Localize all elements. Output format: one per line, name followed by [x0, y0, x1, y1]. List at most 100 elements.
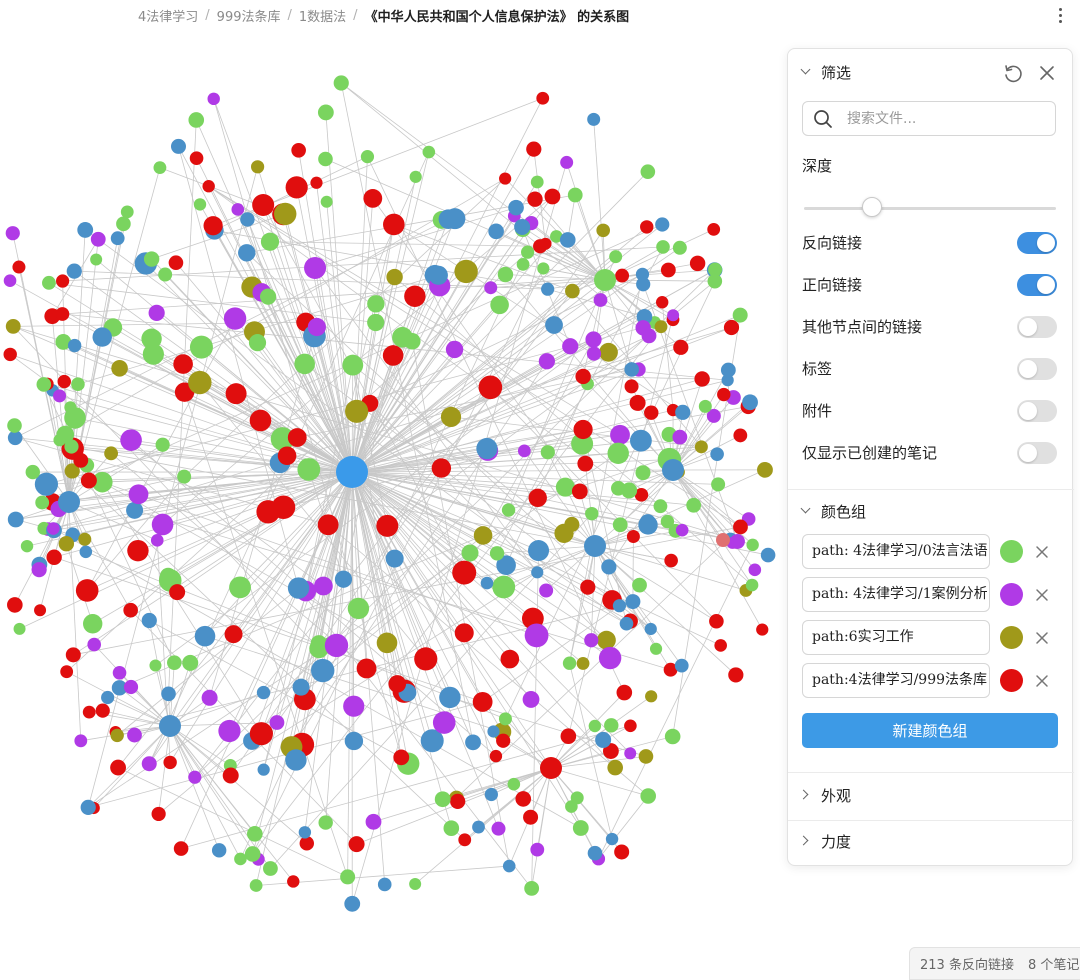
- graph-node[interactable]: [74, 734, 88, 748]
- graph-node[interactable]: [562, 656, 577, 670]
- graph-node[interactable]: [686, 497, 702, 513]
- graph-node[interactable]: [194, 625, 216, 647]
- graph-node[interactable]: [610, 424, 630, 445]
- graph-node[interactable]: [31, 562, 47, 578]
- graph-node[interactable]: [334, 570, 353, 588]
- filter-section-header[interactable]: 筛选: [788, 60, 1074, 84]
- graph-node[interactable]: [445, 340, 464, 359]
- graph-node[interactable]: [112, 666, 127, 680]
- graph-node[interactable]: [624, 362, 639, 377]
- graph-node[interactable]: [244, 846, 261, 862]
- graph-node[interactable]: [507, 777, 521, 791]
- graph-node[interactable]: [607, 442, 629, 464]
- remove-color-group-icon[interactable]: [1035, 588, 1049, 602]
- graph-node[interactable]: [524, 623, 549, 648]
- graph-node[interactable]: [57, 374, 71, 389]
- graph-node[interactable]: [655, 296, 669, 309]
- graph-node[interactable]: [182, 654, 199, 671]
- graph-node[interactable]: [159, 715, 181, 737]
- graph-node[interactable]: [491, 821, 506, 836]
- graph-node[interactable]: [640, 220, 654, 234]
- breadcrumb-item-data-law[interactable]: 1数据法: [299, 6, 346, 25]
- graph-node[interactable]: [211, 843, 227, 858]
- graph-node[interactable]: [90, 253, 103, 266]
- graph-node[interactable]: [584, 535, 606, 557]
- graph-node[interactable]: [7, 597, 23, 613]
- graph-node[interactable]: [639, 514, 656, 530]
- graph-node[interactable]: [3, 274, 17, 288]
- graph-node[interactable]: [336, 456, 368, 488]
- color-group-swatch[interactable]: [1000, 583, 1023, 606]
- graph-node[interactable]: [500, 649, 520, 669]
- graph-node[interactable]: [177, 469, 192, 484]
- graph-node[interactable]: [644, 622, 657, 636]
- graph-node[interactable]: [689, 255, 706, 272]
- graph-node[interactable]: [158, 267, 173, 282]
- graph-node[interactable]: [660, 262, 676, 278]
- graph-node[interactable]: [344, 895, 361, 912]
- graph-node[interactable]: [127, 727, 142, 743]
- breadcrumb-item-study[interactable]: 4法律学习: [138, 6, 198, 25]
- graph-node[interactable]: [78, 532, 92, 546]
- graph-node[interactable]: [247, 826, 263, 842]
- graph-node[interactable]: [92, 327, 112, 347]
- search-input[interactable]: [845, 107, 1049, 131]
- graph-node[interactable]: [452, 560, 477, 585]
- graph-node[interactable]: [710, 447, 724, 461]
- graph-node[interactable]: [612, 517, 628, 533]
- graph-node[interactable]: [588, 719, 602, 733]
- graph-node[interactable]: [444, 208, 466, 230]
- graph-node[interactable]: [5, 319, 21, 334]
- graph-node[interactable]: [539, 583, 554, 598]
- tags-toggle[interactable]: [1017, 358, 1057, 380]
- graph-node[interactable]: [490, 295, 509, 315]
- graph-node[interactable]: [110, 231, 125, 246]
- graph-node[interactable]: [409, 170, 422, 183]
- graph-node[interactable]: [285, 176, 308, 199]
- graph-node[interactable]: [79, 545, 93, 559]
- graph-node[interactable]: [128, 484, 149, 505]
- graph-node[interactable]: [594, 269, 616, 291]
- graph-node[interactable]: [3, 347, 17, 362]
- graph-node[interactable]: [478, 375, 503, 400]
- graph-node[interactable]: [664, 553, 678, 568]
- graph-node[interactable]: [605, 832, 619, 846]
- graph-node[interactable]: [711, 477, 726, 492]
- graph-node[interactable]: [439, 686, 461, 709]
- graph-node[interactable]: [488, 223, 504, 240]
- more-options-icon[interactable]: [1053, 3, 1067, 27]
- graph-node[interactable]: [733, 519, 748, 535]
- graph-node[interactable]: [159, 567, 177, 585]
- graph-node[interactable]: [615, 268, 630, 283]
- graph-node[interactable]: [345, 399, 369, 423]
- graph-node[interactable]: [694, 440, 708, 454]
- graph-node[interactable]: [95, 703, 110, 718]
- graph-node[interactable]: [297, 458, 321, 481]
- graph-node[interactable]: [672, 240, 687, 255]
- graph-node[interactable]: [382, 345, 404, 366]
- color-group-query-input[interactable]: path: 4法律学习/1案例分析: [802, 577, 990, 612]
- graph-node[interactable]: [565, 283, 580, 299]
- graph-node[interactable]: [363, 188, 383, 208]
- graph-node[interactable]: [287, 875, 300, 888]
- graph-node[interactable]: [742, 394, 758, 411]
- graph-node[interactable]: [522, 691, 540, 708]
- graph-node[interactable]: [655, 217, 670, 232]
- existing-only-toggle[interactable]: [1017, 442, 1057, 464]
- graph-node[interactable]: [12, 260, 26, 274]
- graph-node[interactable]: [201, 689, 218, 706]
- graph-node[interactable]: [7, 418, 22, 433]
- graph-node[interactable]: [403, 332, 421, 350]
- graph-node[interactable]: [257, 763, 270, 776]
- graph-node[interactable]: [577, 455, 594, 472]
- graph-node[interactable]: [64, 401, 77, 414]
- graph-node[interactable]: [256, 685, 271, 700]
- graph-node[interactable]: [723, 319, 740, 336]
- graph-node[interactable]: [71, 377, 85, 391]
- graph-node[interactable]: [365, 813, 382, 830]
- graph-node[interactable]: [674, 658, 689, 673]
- graph-node[interactable]: [367, 295, 385, 313]
- graph-node[interactable]: [595, 731, 612, 748]
- graph-node[interactable]: [238, 244, 256, 262]
- graph-node[interactable]: [168, 255, 184, 271]
